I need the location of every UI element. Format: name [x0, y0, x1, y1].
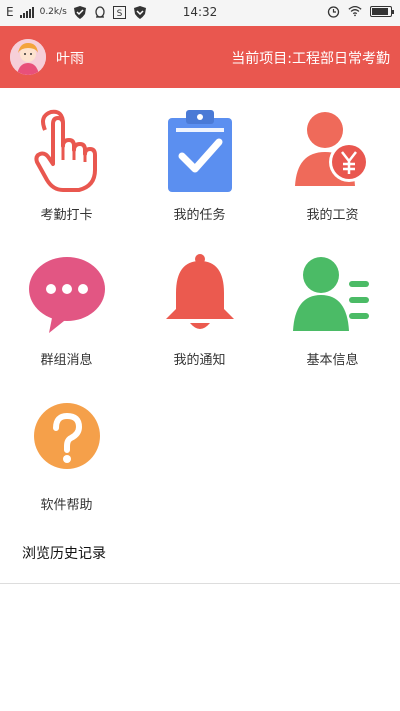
menu-item-group-messages[interactable]: 群组消息: [0, 243, 133, 383]
avatar[interactable]: [10, 39, 46, 75]
hand-tap-icon: [29, 106, 105, 200]
current-project[interactable]: 当前项目:工程部日常考勤: [231, 48, 390, 68]
menu-label: 考勤打卡: [40, 208, 93, 223]
menu-label: 软件帮助: [40, 498, 93, 513]
alarm-icon: [326, 4, 340, 18]
menu-label: 基本信息: [306, 353, 359, 368]
clipboard-check-icon: [162, 106, 238, 200]
wifi-icon: [348, 4, 362, 18]
browse-history-title[interactable]: 浏览历史记录: [22, 543, 106, 563]
menu-label: 群组消息: [40, 353, 93, 368]
status-bar: E 0.2k/s S 14:32: [0, 0, 400, 26]
menu-item-notifications[interactable]: 我的通知: [133, 243, 266, 383]
battery-icon: [370, 5, 394, 17]
app-header: 叶雨 当前项目:工程部日常考勤: [0, 26, 400, 88]
salary-user-icon: [293, 106, 373, 200]
menu-label: 我的工资: [306, 208, 359, 223]
help-icon: [29, 396, 105, 490]
username: 叶雨: [56, 51, 84, 67]
menu-label: 我的任务: [173, 208, 226, 223]
chat-bubble-icon: [27, 251, 107, 345]
divider: [0, 583, 400, 584]
menu-item-tasks[interactable]: 我的任务: [133, 98, 266, 238]
menu-label: 我的通知: [173, 353, 226, 368]
menu-item-salary[interactable]: 我的工资: [266, 98, 399, 238]
bell-icon: [162, 251, 238, 345]
menu-item-attendance[interactable]: 考勤打卡: [0, 98, 133, 238]
menu-item-basic-info[interactable]: 基本信息: [266, 243, 399, 383]
menu-item-help[interactable]: 软件帮助: [0, 388, 133, 528]
profile-card-icon: [292, 251, 373, 345]
